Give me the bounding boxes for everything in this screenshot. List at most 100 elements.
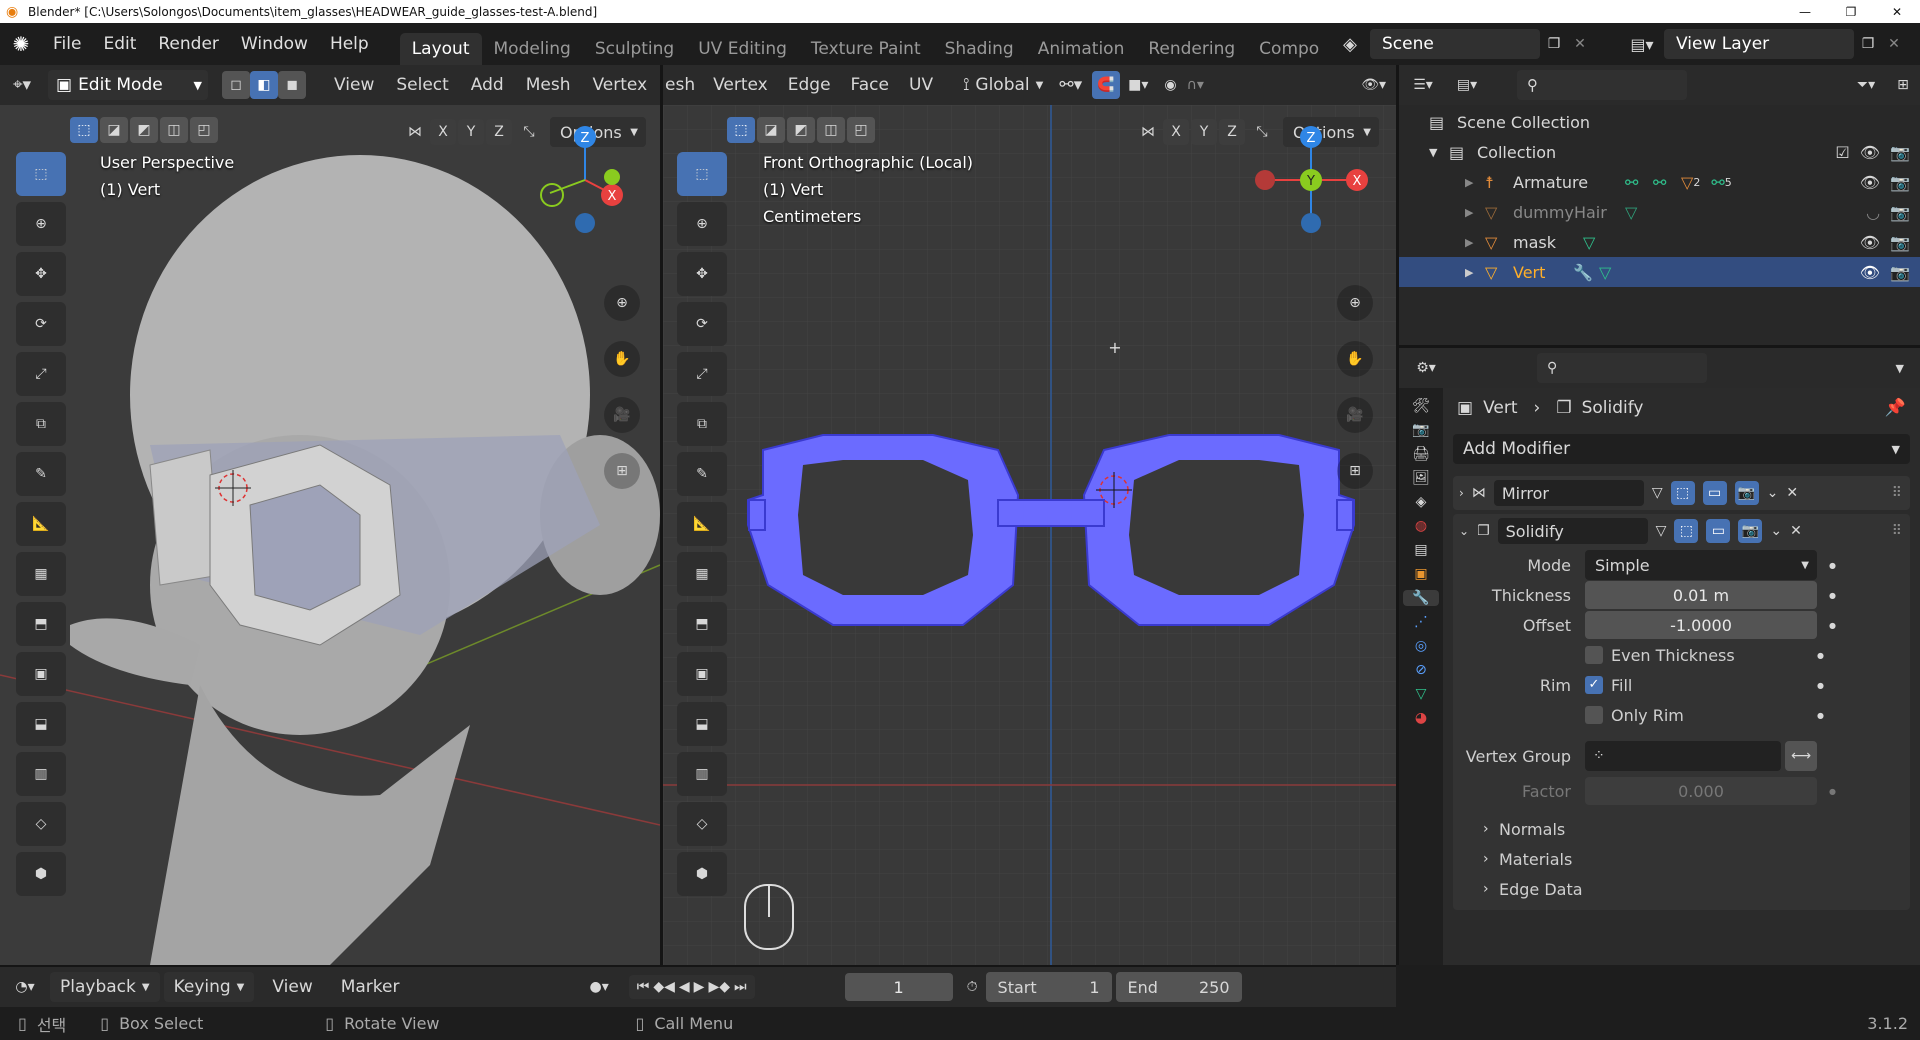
transform-tool-icon[interactable]: ⧉ bbox=[16, 402, 66, 446]
render-camera-icon[interactable]: 📷 bbox=[1890, 263, 1910, 282]
falloff-icon[interactable]: ∩▾ bbox=[1187, 77, 1204, 93]
keyframe-dot-icon[interactable]: ● bbox=[1817, 711, 1824, 720]
menu-render[interactable]: Render bbox=[147, 34, 230, 54]
scene-name-field[interactable]: Scene bbox=[1370, 29, 1540, 59]
zoom-icon[interactable]: ⊕ bbox=[604, 285, 640, 321]
annotate-tool-icon[interactable]: ✎ bbox=[16, 452, 66, 496]
view-layer-tab-icon[interactable]: 🖼 bbox=[1412, 470, 1430, 486]
jump-start-icon[interactable]: ⏮ bbox=[637, 979, 650, 995]
render-tab-icon[interactable]: 📷 bbox=[1412, 422, 1429, 438]
chevron-down-icon[interactable]: ▼ bbox=[1896, 362, 1904, 375]
rotate-tool-icon[interactable]: ⟳ bbox=[16, 302, 66, 346]
tab-layout[interactable]: Layout bbox=[399, 33, 482, 65]
poly-build-tool-icon[interactable]: ⬢ bbox=[677, 852, 727, 896]
scene-tab-icon[interactable]: ◈ bbox=[1416, 494, 1427, 510]
visibility-eye-icon[interactable]: 👁 bbox=[1860, 173, 1880, 192]
render-camera-icon[interactable]: 📷 bbox=[1890, 173, 1910, 192]
mirror-x-toggle[interactable]: X bbox=[430, 119, 456, 145]
menu-window[interactable]: Window bbox=[230, 34, 319, 54]
viewport-toggle-icon[interactable]: ▭ bbox=[1706, 519, 1731, 543]
scale-tool-icon[interactable]: ⤢ bbox=[16, 352, 66, 396]
render-camera-icon[interactable]: 📷 bbox=[1890, 203, 1910, 222]
outliner-editor-icon[interactable]: ☰▾ bbox=[1399, 77, 1447, 93]
vertex-group-field[interactable]: ⁘ bbox=[1585, 741, 1781, 771]
tab-compositing[interactable]: Compo bbox=[1247, 33, 1331, 65]
rotate-tool-icon[interactable]: ⟳ bbox=[677, 302, 727, 346]
expand-chevron-icon[interactable]: ▶ bbox=[1465, 236, 1485, 249]
camera-icon[interactable]: 🎥 bbox=[1337, 397, 1373, 433]
menu-vertex[interactable]: Vertex bbox=[703, 75, 778, 95]
outliner-item-dummyhair[interactable]: ▶ ▽ dummyHair ▽ ◡ 📷 bbox=[1399, 197, 1920, 227]
chevron-down-icon[interactable]: ⌄ bbox=[1767, 485, 1779, 501]
extrude-tool-icon[interactable]: ⬒ bbox=[677, 602, 727, 646]
expand-chevron-icon[interactable]: ▶ bbox=[1465, 176, 1485, 189]
extrude-tool-icon[interactable]: ⬒ bbox=[16, 602, 66, 646]
on-cage-icon[interactable]: ▽ bbox=[1652, 485, 1663, 501]
select-subtract-icon[interactable]: ◩ bbox=[130, 117, 158, 143]
display-mode-icon[interactable]: ▤▾ bbox=[1447, 77, 1487, 93]
menu-mesh[interactable]: Mesh bbox=[516, 75, 581, 95]
measure-tool-icon[interactable]: 📐 bbox=[677, 502, 727, 546]
select-intersect-icon[interactable]: ◰ bbox=[847, 117, 875, 143]
outliner-item-vert[interactable]: ▶ ▽ Vert 🔧 ▽ 👁 📷 bbox=[1399, 257, 1920, 287]
collapse-chevron-icon[interactable]: ▼ bbox=[1429, 146, 1449, 159]
mode-dropdown[interactable]: Simple ▼ bbox=[1585, 550, 1817, 580]
cursor-tool-icon[interactable]: ⊕ bbox=[16, 202, 66, 246]
loop-cut-tool-icon[interactable]: ▥ bbox=[16, 752, 66, 796]
render-toggle-icon[interactable]: 📷 bbox=[1734, 481, 1759, 505]
knife-tool-icon[interactable]: ◇ bbox=[16, 802, 66, 846]
drag-handle-icon[interactable]: ⠿ bbox=[1892, 523, 1902, 539]
edit-mode-toggle-icon[interactable]: ⬚ bbox=[1674, 519, 1699, 543]
tab-uv-editing[interactable]: UV Editing bbox=[686, 33, 799, 65]
expand-chevron-icon[interactable]: ▶ bbox=[1465, 266, 1485, 279]
outliner-collection[interactable]: ▼ ▤ Collection ☑ 👁 📷 bbox=[1399, 137, 1920, 167]
tab-sculpting[interactable]: Sculpting bbox=[583, 33, 686, 65]
collapse-chevron-icon[interactable]: ⌄ bbox=[1459, 524, 1469, 538]
blender-menu-icon[interactable]: ✺ bbox=[0, 32, 42, 56]
camera-icon[interactable]: 🎥 bbox=[604, 397, 640, 433]
data-tab-icon[interactable]: ▽ bbox=[1416, 686, 1427, 702]
transform-orientation-dropdown[interactable]: ⟟ Global ▼ bbox=[963, 75, 1043, 95]
mirror-z-toggle[interactable]: Z bbox=[486, 119, 512, 145]
properties-editor-icon[interactable]: ⚙▾ bbox=[1399, 360, 1453, 376]
pivot-icon[interactable]: ⚯▾ bbox=[1059, 75, 1082, 95]
outliner-scene-collection[interactable]: ▤ Scene Collection bbox=[1399, 107, 1920, 137]
menu-uv[interactable]: UV bbox=[899, 75, 943, 95]
keying-menu[interactable]: Keying ▼ bbox=[163, 972, 255, 1002]
keyframe-dot-icon[interactable]: ● bbox=[1829, 787, 1836, 796]
edit-mode-toggle-icon[interactable]: ⬚ bbox=[1670, 481, 1695, 505]
play-icon[interactable]: ▶ bbox=[694, 979, 705, 995]
render-camera-icon[interactable]: 📷 bbox=[1890, 233, 1910, 252]
edge-data-section[interactable]: › Edge Data bbox=[1453, 874, 1910, 904]
cursor-tool-icon[interactable]: ⊕ bbox=[677, 202, 727, 246]
select-new-icon[interactable]: ⬚ bbox=[70, 117, 98, 143]
menu-edge[interactable]: Edge bbox=[778, 75, 841, 95]
menu-marker[interactable]: Marker bbox=[341, 977, 400, 997]
remove-modifier-icon[interactable]: ✕ bbox=[1790, 523, 1802, 539]
physics-tab-icon[interactable]: ◎ bbox=[1415, 638, 1427, 654]
only-rim-checkbox[interactable] bbox=[1585, 706, 1603, 724]
keyframe-dot-icon[interactable]: ● bbox=[1817, 651, 1824, 660]
minimize-button[interactable]: — bbox=[1782, 5, 1828, 19]
right-viewport[interactable]: + ⬚ ◪ ◩ ◫ ◰ ⋈ X Y Z ⤡ Options ▼ Front Ort… bbox=[663, 105, 1396, 965]
render-camera-icon[interactable]: 📷 bbox=[1890, 143, 1910, 162]
on-cage-icon[interactable]: ▽ bbox=[1656, 523, 1667, 539]
select-subtract-icon[interactable]: ◩ bbox=[787, 117, 815, 143]
snap-target-icon[interactable]: ■▾ bbox=[1128, 77, 1148, 93]
select-intersect-icon[interactable]: ◰ bbox=[190, 117, 218, 143]
factor-field[interactable]: 0.000 bbox=[1585, 777, 1817, 805]
navigation-gizmo[interactable]: Z X Y bbox=[1251, 125, 1371, 235]
remove-modifier-icon[interactable]: ✕ bbox=[1786, 485, 1798, 501]
new-scene-icon[interactable]: ❐ bbox=[1540, 36, 1568, 52]
constraints-tab-icon[interactable]: ⊘ bbox=[1415, 662, 1427, 678]
outliner-search-input[interactable]: ⚲ bbox=[1517, 70, 1687, 100]
pin-icon[interactable]: 📌 bbox=[1885, 398, 1906, 418]
visibility-eye-icon[interactable]: 👁 bbox=[1860, 233, 1880, 252]
face-select-icon[interactable]: ◼ bbox=[278, 71, 306, 99]
delete-scene-icon[interactable]: ✕ bbox=[1568, 36, 1592, 52]
menu-add[interactable]: Add bbox=[461, 75, 514, 95]
keyframe-dot-icon[interactable]: ● bbox=[1817, 681, 1824, 690]
orthographic-grid-icon[interactable]: ⊞ bbox=[1337, 453, 1373, 489]
mirror-x-toggle[interactable]: X bbox=[1163, 119, 1189, 145]
inset-tool-icon[interactable]: ▣ bbox=[16, 652, 66, 696]
